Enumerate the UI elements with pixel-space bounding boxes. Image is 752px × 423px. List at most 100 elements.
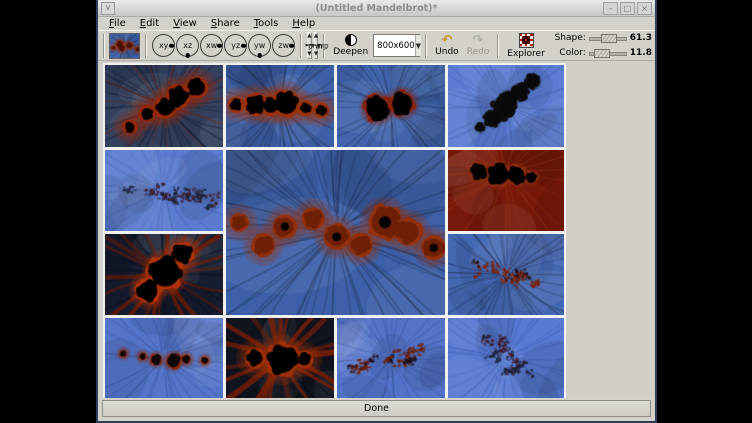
resolution-select[interactable]: 800x600 ▼ <box>373 34 420 57</box>
toolbar-separator <box>497 34 499 58</box>
menubar: FileEditViewShareToolsHelp <box>98 17 655 30</box>
explorer-cell-bottom-3[interactable] <box>337 318 445 398</box>
explorer-cell-mid-left-1[interactable] <box>105 150 223 231</box>
explorer-cell-top-1[interactable] <box>105 65 223 147</box>
angle-button-yz[interactable]: yz <box>224 34 247 57</box>
menu-file[interactable]: File <box>102 17 133 30</box>
menu-share[interactable]: Share <box>204 17 247 30</box>
angle-indicator-dot <box>185 53 190 58</box>
angle-indicator-dot <box>217 43 222 48</box>
fractal-render-top-3 <box>337 65 445 147</box>
angle-label-xy: xy <box>159 41 168 50</box>
angle-button-xw[interactable]: xw <box>200 34 223 57</box>
explorer-cell-top-3[interactable] <box>337 65 445 147</box>
color-slider-value: 11.8 <box>630 48 652 58</box>
statusbar-area: Done <box>98 398 655 421</box>
titlebar: ∨ (Untitled Mandelbrot)* – □ × <box>98 0 655 17</box>
fractal-preview-canvas <box>110 34 139 58</box>
color-slider-thumb[interactable] <box>594 49 610 58</box>
fractal-render-center <box>226 150 445 315</box>
explorer-label: Explorer <box>507 49 544 59</box>
warp-up-arrow-icon[interactable]: ▲ <box>314 34 318 39</box>
explorer-toggle-button[interactable]: Explorer <box>504 32 547 60</box>
menu-help[interactable]: Help <box>285 17 322 30</box>
undo-label: Undo <box>435 47 459 57</box>
minimize-button[interactable]: – <box>603 2 618 15</box>
color-slider-label: Color: <box>552 48 586 58</box>
pan-up-arrow-icon[interactable]: ▲ <box>307 34 311 39</box>
fractal-render-bottom-2 <box>226 318 334 398</box>
maximize-button[interactable]: □ <box>620 2 635 15</box>
pan-label: pan <box>308 41 311 50</box>
menu-view[interactable]: View <box>166 17 204 30</box>
app-window: ∨ (Untitled Mandelbrot)* – □ × FileEditV… <box>96 0 657 423</box>
shape-slider-thumb[interactable] <box>601 34 617 43</box>
explorer-cell-top-2[interactable] <box>226 65 334 147</box>
chevron-down-icon[interactable]: ▼ <box>415 35 421 56</box>
fractal-render-top-1 <box>105 65 223 147</box>
angle-button-xz[interactable]: xz <box>176 34 199 57</box>
toolbar-drag-handle[interactable] <box>103 34 105 58</box>
explorer-cell-mid-right-2[interactable] <box>448 234 564 315</box>
explorer-cell-mid-right-1[interactable] <box>448 150 564 231</box>
shape-slider-value: 61.3 <box>630 33 652 43</box>
fractal-render-mid-left-2 <box>105 234 223 315</box>
mutation-sliders: Shape: 61.3 Color: 11.8 <box>552 32 652 60</box>
angle-label-yz: yz <box>231 41 240 50</box>
warp-down-arrow-icon[interactable]: ▼ <box>314 52 318 57</box>
fractal-render-bottom-4 <box>448 318 564 398</box>
progress-statusbar: Done <box>102 400 651 417</box>
angle-label-yw: yw <box>254 41 265 50</box>
toolbar-separator <box>145 34 147 58</box>
pan-down-arrow-icon[interactable]: ▼ <box>307 52 311 57</box>
color-slider[interactable] <box>589 47 627 60</box>
fractal-render-mid-right-1 <box>448 150 564 231</box>
deepen-half-circle-icon <box>345 34 357 46</box>
toolbar-separator <box>300 34 302 58</box>
toolbar-separator <box>425 34 427 58</box>
fractal-render-mid-right-2 <box>448 234 564 315</box>
explorer-cell-bottom-1[interactable] <box>105 318 223 398</box>
window-title: (Untitled Mandelbrot)* <box>98 3 655 14</box>
fractal-render-bottom-3 <box>337 318 445 398</box>
angle-indicator-dot <box>241 43 246 48</box>
explorer-cell-top-4[interactable] <box>448 65 564 147</box>
window-menu-icon[interactable]: ∨ <box>101 2 115 15</box>
angle-indicator-dot <box>289 43 294 48</box>
close-button[interactable]: × <box>637 2 652 15</box>
menu-tools[interactable]: Tools <box>247 17 286 30</box>
warp-control[interactable]: ▲ ▼ ◄ ► wrp <box>314 32 319 59</box>
explorer-cell-center[interactable] <box>226 150 445 315</box>
angle-label-xz: xz <box>183 41 192 50</box>
fractal-render-top-2 <box>226 65 334 147</box>
deepen-button[interactable]: Deepen <box>330 33 371 58</box>
explorer-mutation-grid <box>103 63 566 398</box>
shape-slider[interactable] <box>589 32 627 45</box>
angle-button-yw[interactable]: yw <box>248 34 271 57</box>
angle-button-zw[interactable]: zw <box>272 34 295 57</box>
toolbar: xyxzxwyzywzw ▲ ▼ ◄ ► pan ▲ ▼ ◄ ► wrp Dee… <box>98 30 655 61</box>
angle-indicator-dot <box>169 43 174 48</box>
angle-label-zw: zw <box>278 41 289 50</box>
angle-label-xw: xw <box>206 41 217 50</box>
deepen-label: Deepen <box>333 47 368 57</box>
explorer-checker-icon <box>519 33 534 48</box>
undo-button[interactable]: ↶ Undo <box>432 34 462 58</box>
explorer-cell-bottom-2[interactable] <box>226 318 334 398</box>
explorer-cell-bottom-4[interactable] <box>448 318 564 398</box>
explorer-cell-mid-left-2[interactable] <box>105 234 223 315</box>
fractal-render-mid-left-1 <box>105 150 223 231</box>
resolution-value: 800x600 <box>374 41 414 51</box>
fractal-render-top-4 <box>448 65 564 147</box>
explorer-workspace <box>98 61 655 398</box>
warp-label: wrp <box>315 41 318 50</box>
fractal-preview-thumbnail[interactable] <box>109 33 140 59</box>
redo-arrow-icon: ↷ <box>473 35 484 47</box>
menu-edit[interactable]: Edit <box>133 17 166 30</box>
angle-indicator-dot <box>257 53 262 58</box>
redo-label: Redo <box>467 47 490 57</box>
fractal-render-bottom-1 <box>105 318 223 398</box>
redo-button[interactable]: ↷ Redo <box>464 34 493 58</box>
shape-slider-label: Shape: <box>552 33 586 43</box>
angle-button-xy[interactable]: xy <box>152 34 175 57</box>
